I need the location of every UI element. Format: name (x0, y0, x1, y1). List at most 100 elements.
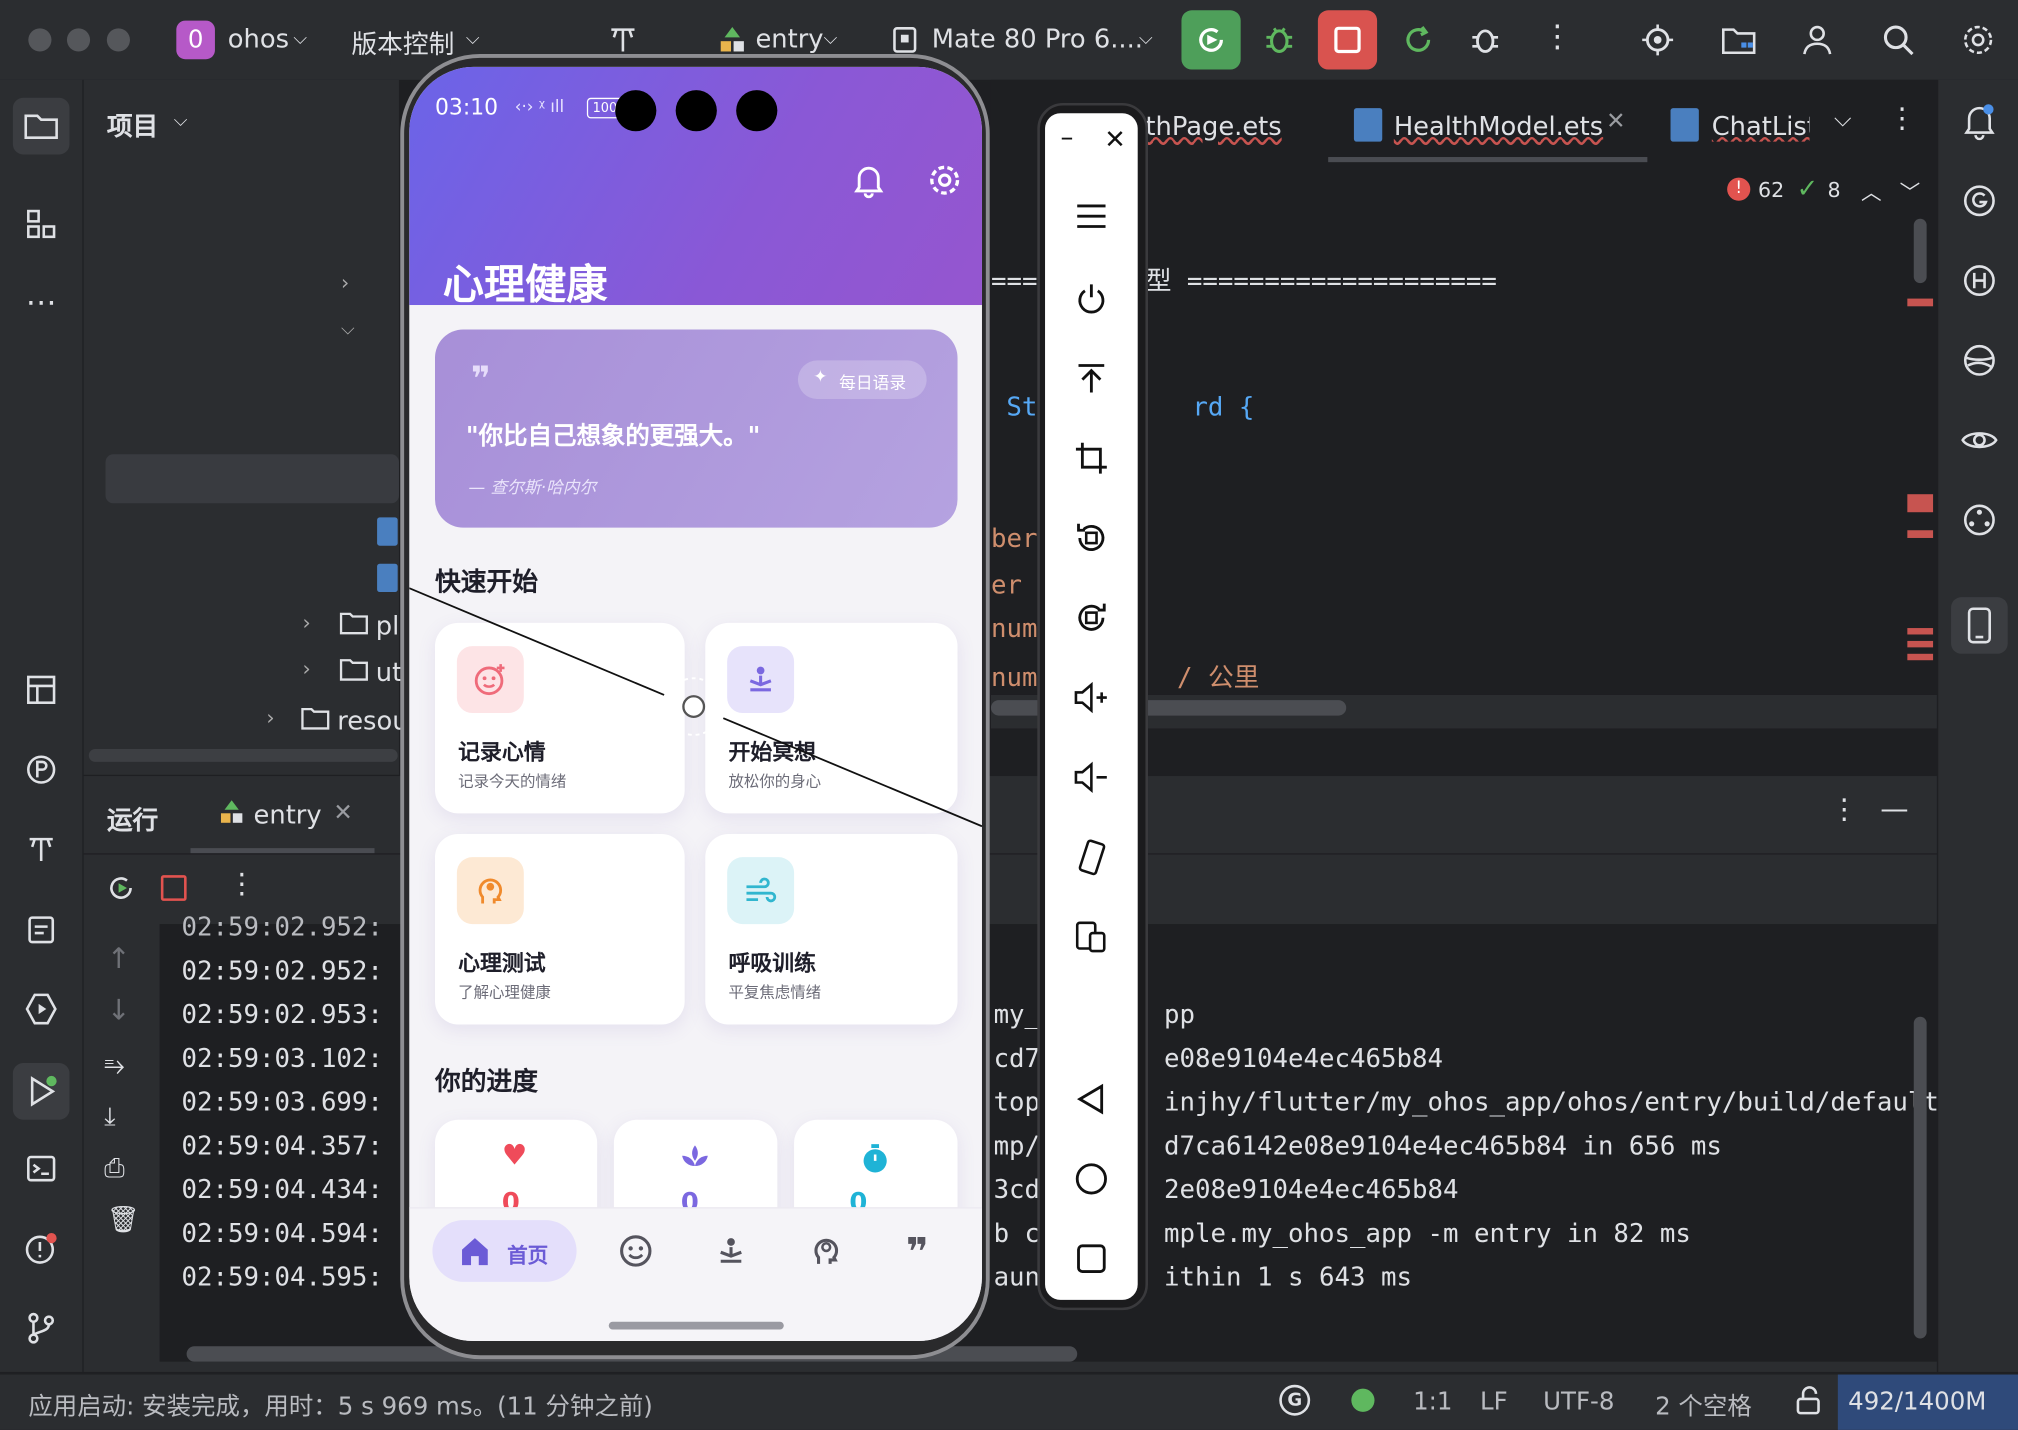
chevron-down-icon[interactable]: ⌵ (1834, 106, 1852, 133)
selected-row[interactable] (105, 454, 399, 504)
status-message[interactable]: 应用启动: 安装完成，用时：5 s 969 ms。(11 分钟之前) (28, 1387, 653, 1422)
notifications-bell-icon[interactable] (1956, 98, 2002, 144)
account-icon[interactable] (1795, 18, 1839, 62)
menu-icon[interactable] (1068, 193, 1114, 239)
more-horizontal-icon[interactable]: ⋯ (18, 279, 64, 325)
home-circle-icon[interactable] (1068, 1156, 1114, 1202)
vcs-menu[interactable]: 版本控制 (351, 23, 454, 60)
chevron-right-icon[interactable]: › (341, 270, 349, 294)
status-ok-dot[interactable] (1351, 1388, 1375, 1412)
trash-icon[interactable]: 🗑 (107, 1203, 140, 1234)
tree-item-ut[interactable]: ut (376, 656, 402, 687)
shake-device-icon[interactable] (1068, 834, 1114, 880)
stop-icon[interactable] (160, 875, 187, 901)
scroll-to-end-icon[interactable]: ⤓ (104, 1100, 115, 1131)
upload-icon[interactable] (1068, 355, 1114, 401)
project-panel-title[interactable]: 项目 (107, 106, 158, 143)
chevron-down-icon[interactable]: ⌵ (341, 319, 355, 340)
h-plugin-icon[interactable] (1956, 257, 2002, 303)
memory-usage[interactable]: 492/1400M (1848, 1387, 1986, 1415)
device-manager-phone-icon[interactable] (1951, 597, 2008, 654)
g-status-icon[interactable]: G (1279, 1384, 1311, 1416)
error-stripe-mark[interactable] (1907, 530, 1934, 538)
todo-list-icon[interactable] (18, 906, 64, 952)
log-line-time[interactable]: 02:59:04.595: (181, 1261, 382, 1292)
apply-changes-icon[interactable] (1396, 18, 1440, 62)
window-minimize-button[interactable] (66, 28, 91, 52)
debug-bug-icon[interactable] (1257, 18, 1301, 62)
error-count[interactable]: 62 (1758, 178, 1784, 202)
globe-icon[interactable] (1956, 337, 2002, 383)
rerun-icon[interactable] (104, 871, 137, 910)
error-stripe-mark[interactable] (1907, 640, 1934, 648)
close-icon[interactable]: ✕ (333, 799, 352, 826)
ai-assistant-icon[interactable] (1956, 497, 2002, 543)
window-close-button[interactable] (28, 28, 52, 52)
project-name[interactable]: ohos (228, 23, 289, 54)
layout-icon[interactable] (18, 667, 64, 713)
tree-item-resources[interactable]: resou (337, 705, 408, 736)
stop-button[interactable] (1317, 10, 1378, 70)
multi-device-icon[interactable] (1068, 914, 1114, 960)
cursor-position[interactable]: 1:1 (1413, 1387, 1452, 1415)
git-branch-icon[interactable] (18, 1305, 64, 1351)
error-stripe-mark[interactable] (1907, 653, 1934, 661)
more-vertical-icon[interactable]: ⋮ (1542, 18, 1573, 54)
editor-tab[interactable]: thPage.ets (1145, 111, 1281, 142)
back-triangle-icon[interactable] (1068, 1076, 1114, 1122)
run-config-selector[interactable]: entry (755, 23, 823, 54)
rerun-button[interactable] (1181, 10, 1241, 70)
tree-item-pl[interactable]: pl (376, 610, 400, 641)
vertical-scrollbar[interactable] (1913, 1016, 1927, 1339)
more-vertical-icon[interactable]: ⋮ (1888, 103, 1916, 135)
file-encoding[interactable]: UTF-8 (1543, 1387, 1614, 1415)
log-line-time[interactable]: 02:59:04.357: (181, 1130, 382, 1161)
error-stripe-mark[interactable] (1907, 494, 1934, 513)
problems-icon[interactable] (18, 1225, 64, 1271)
build-hammer-icon[interactable] (18, 826, 64, 872)
log-line-time[interactable]: 02:59:03.699: (181, 1086, 382, 1117)
ok-count[interactable]: 8 (1828, 178, 1841, 202)
chevron-right-icon[interactable]: › (266, 705, 274, 729)
rotate-left-icon[interactable] (1068, 515, 1114, 561)
horizontal-scrollbar[interactable] (88, 749, 398, 762)
more-vertical-icon[interactable]: ⋮ (1830, 794, 1858, 826)
recents-square-icon[interactable] (1068, 1236, 1114, 1282)
profiler-p-icon[interactable] (18, 746, 64, 792)
attach-debugger-icon[interactable] (1463, 18, 1507, 62)
line-separator[interactable]: LF (1480, 1387, 1508, 1415)
chevron-up-icon[interactable]: ︿ (1861, 175, 1882, 206)
phone-screen[interactable]: 03:10 ‹·› ᵡ ıll 100 心理健康 ❞ ✦ 每日语录 "你比自己想… (409, 66, 982, 1342)
log-line-time[interactable]: 02:59:04.434: (181, 1174, 382, 1205)
scroll-up-arrow-icon[interactable]: ↑ (107, 943, 131, 975)
more-vertical-icon[interactable]: ⋮ (228, 869, 256, 901)
code-line[interactable]: er (991, 569, 1022, 600)
log-line-time[interactable]: 02:59:03.102: (181, 1042, 382, 1073)
project-folder-icon[interactable] (12, 97, 70, 155)
log-line-time[interactable]: 02:59:02.953: (181, 999, 382, 1030)
g-plugin-icon[interactable] (1956, 178, 2002, 224)
preview-eye-icon[interactable] (1956, 417, 2002, 463)
vertical-scrollbar[interactable] (1913, 218, 1927, 284)
editor-tab-active[interactable]: HealthModel.ets (1394, 111, 1603, 142)
rotate-right-icon[interactable] (1068, 595, 1114, 641)
run-tab-entry[interactable]: entry (254, 799, 322, 830)
run-tool-icon[interactable] (12, 1063, 70, 1120)
indent-setting[interactable]: 2 个空格 (1655, 1387, 1752, 1422)
chevron-right-icon[interactable]: › (302, 610, 310, 634)
project-structure-icon[interactable] (1717, 18, 1761, 62)
error-stripe-mark[interactable] (1907, 628, 1934, 635)
chevron-right-icon[interactable]: › (302, 656, 310, 680)
soft-wrap-icon[interactable]: ⥱ (104, 1049, 125, 1080)
terminal-icon[interactable] (18, 1145, 64, 1191)
editor-tab[interactable]: ChatList (1712, 111, 1810, 142)
structure-icon[interactable] (18, 201, 64, 247)
log-line-time[interactable]: 02:59:04.594: (181, 1218, 382, 1249)
close-icon[interactable]: ✕ (1606, 108, 1625, 135)
volume-up-icon[interactable] (1068, 674, 1114, 720)
scroll-down-arrow-icon[interactable]: ↓ (107, 995, 131, 1027)
search-icon[interactable] (1876, 18, 1920, 62)
log-line-time[interactable]: 02:59:02.952: (181, 955, 382, 986)
error-stripe-mark[interactable] (1907, 298, 1934, 307)
close-icon[interactable]: ✕ (1104, 124, 1126, 155)
